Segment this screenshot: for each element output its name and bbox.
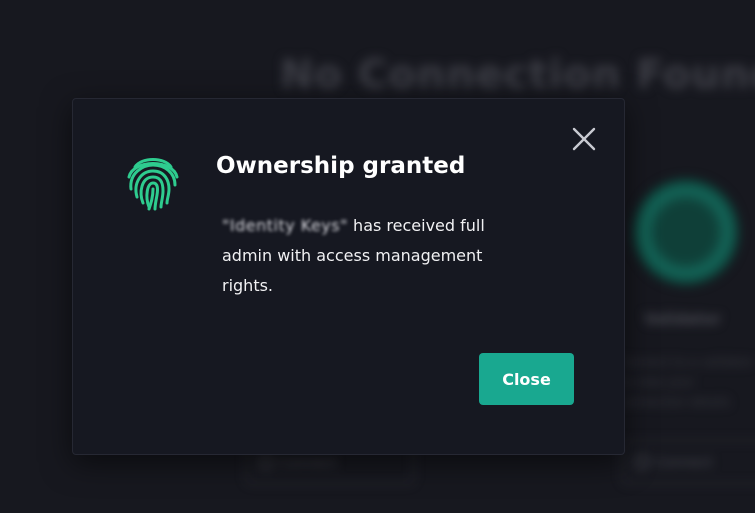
background-card-label: Validator	[644, 310, 721, 328]
connect-icon	[635, 455, 649, 469]
connect-icon	[259, 455, 273, 469]
background-card-description: Connect to a validator to view your conn…	[620, 355, 754, 409]
fingerprint-icon	[121, 149, 185, 213]
background-title: No Connection Found	[280, 52, 755, 98]
dialog-title: Ownership granted	[216, 153, 466, 179]
app-screen: No Connection Found Validator Connect to…	[0, 0, 755, 513]
close-icon[interactable]	[568, 123, 600, 155]
close-button[interactable]: Close	[479, 353, 574, 405]
validator-shield-icon	[632, 178, 740, 286]
ownership-dialog: Ownership granted "Identity Keys" has re…	[72, 98, 625, 455]
redacted-name: "Identity Keys"	[222, 216, 348, 235]
dialog-message: "Identity Keys" has received full admin …	[222, 211, 522, 301]
background-connect-label-right: Connect	[655, 455, 713, 471]
background-connect-label-left: Connect	[279, 455, 337, 471]
background-connect-button-right: Connect	[622, 440, 755, 484]
